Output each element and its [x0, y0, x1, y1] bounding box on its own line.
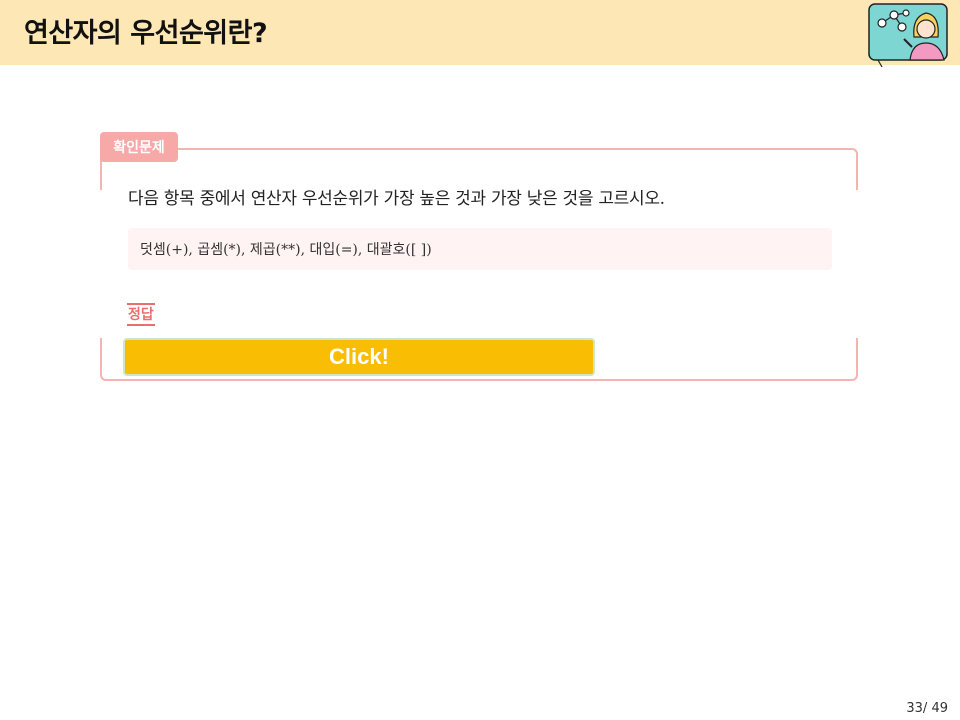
page-number: 33/ 49: [906, 701, 948, 716]
operator-list: 덧셈(+), 곱셈(*), 제곱(**), 대입(=), 대괄호([ ]): [140, 242, 432, 258]
header-bar: 연산자의 우선순위란?: [0, 0, 960, 68]
answer-label: 정답: [127, 303, 155, 326]
operator-list-box: 덧셈(+), 곱셈(*), 제곱(**), 대입(=), 대괄호([ ]): [128, 228, 832, 270]
quiz-question: 다음 항목 중에서 연산자 우선순위가 가장 높은 것과 가장 낮은 것을 고르…: [128, 189, 665, 209]
reveal-answer-button[interactable]: Click!: [123, 338, 595, 376]
page-title: 연산자의 우선순위란?: [24, 18, 268, 49]
presenter-avatar-icon: [868, 3, 948, 68]
quiz-badge: 확인문제: [100, 132, 178, 162]
